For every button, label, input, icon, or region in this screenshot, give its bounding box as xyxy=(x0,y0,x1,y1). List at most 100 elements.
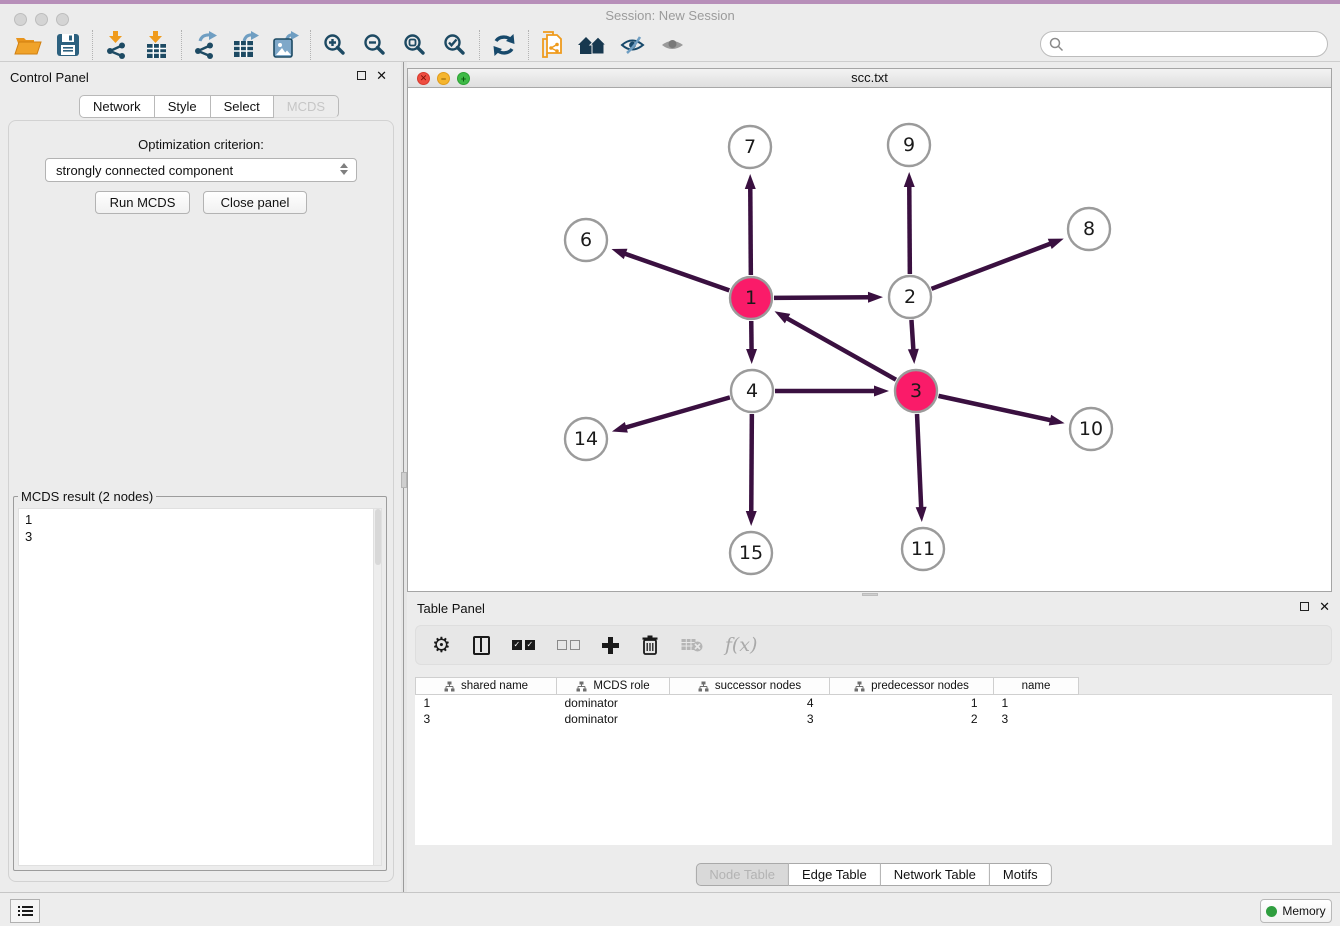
float-panel-icon[interactable] xyxy=(357,71,366,80)
col-predecessor-nodes[interactable]: predecessor nodes xyxy=(830,678,994,695)
table-row[interactable]: 3dominator323 xyxy=(416,711,1079,727)
tab-mcds[interactable]: MCDS xyxy=(274,95,339,118)
tab-network-table[interactable]: Network Table xyxy=(881,863,990,886)
edge-2-9[interactable] xyxy=(909,183,910,274)
task-history-button[interactable] xyxy=(10,899,40,923)
close-panel-button[interactable]: Close panel xyxy=(203,191,307,214)
edge-3-11[interactable] xyxy=(917,414,921,511)
run-mcds-button[interactable]: Run MCDS xyxy=(95,191,190,214)
add-row-button[interactable] xyxy=(602,637,619,654)
table-cell[interactable]: 3 xyxy=(416,711,557,727)
duplicate-network-button[interactable] xyxy=(533,29,573,61)
export-image-button[interactable] xyxy=(266,29,306,61)
edge-3-10[interactable] xyxy=(938,396,1053,421)
node-label-4: 4 xyxy=(746,380,758,402)
edge-1-7[interactable] xyxy=(750,185,751,275)
control-panel: Control Panel ✕ Network Style Select MCD… xyxy=(0,62,401,892)
tab-node-table[interactable]: Node Table xyxy=(695,863,789,886)
column-type-icon xyxy=(854,681,865,692)
zoom-selected-button[interactable] xyxy=(435,29,475,61)
control-panel-tabs: Network Style Select MCDS xyxy=(79,95,339,118)
result-scrollbar-thumb[interactable] xyxy=(375,509,381,565)
close-panel-icon[interactable]: ✕ xyxy=(376,71,387,80)
col-shared-name[interactable]: shared name xyxy=(416,678,557,695)
table-cell[interactable]: 1 xyxy=(416,695,557,711)
zoom-in-button[interactable] xyxy=(315,29,355,61)
open-session-button[interactable] xyxy=(8,29,48,61)
toolbar-separator xyxy=(479,30,480,60)
result-scrollbar[interactable] xyxy=(373,509,381,865)
import-network-button[interactable] xyxy=(97,29,137,61)
show-all-button[interactable] xyxy=(573,29,613,61)
mcds-result-fieldset: MCDS result (2 nodes) 1 3 xyxy=(13,489,387,871)
delete-row-button[interactable] xyxy=(641,635,659,656)
deselect-all-button[interactable] xyxy=(557,640,580,650)
table-options-button[interactable]: ⚙ xyxy=(432,635,451,655)
table-cell[interactable]: 2 xyxy=(830,711,994,727)
tab-network[interactable]: Network xyxy=(79,95,155,118)
select-all-button[interactable]: ✓ ✓ xyxy=(512,640,535,650)
hide-selected-button[interactable] xyxy=(613,29,653,61)
table-panel-title: Table Panel xyxy=(417,601,485,616)
float-table-panel-icon[interactable] xyxy=(1300,602,1309,611)
table-cell[interactable]: 3 xyxy=(670,711,830,727)
edge-2-3[interactable] xyxy=(911,320,913,353)
refresh-button[interactable] xyxy=(484,29,524,61)
select-stepper-icon xyxy=(340,163,348,175)
show-column-button[interactable] xyxy=(473,636,490,655)
tab-edge-table[interactable]: Edge Table xyxy=(789,863,881,886)
edge-1-6[interactable] xyxy=(622,253,729,291)
edge-1-2[interactable] xyxy=(774,297,872,298)
delete-table-icon xyxy=(681,638,703,652)
edge-3-1[interactable] xyxy=(784,317,896,380)
col-name[interactable]: name xyxy=(994,678,1079,695)
tab-style[interactable]: Style xyxy=(155,95,211,118)
export-network-button[interactable] xyxy=(186,29,226,61)
show-hidden-button[interactable] xyxy=(653,29,693,61)
delete-table-button[interactable] xyxy=(681,638,703,652)
minimize-window-button[interactable] xyxy=(35,13,48,26)
search-input[interactable] xyxy=(1040,31,1328,57)
fx-icon: f(x) xyxy=(725,634,758,656)
mcds-result-box[interactable]: 1 3 xyxy=(18,508,382,866)
checked-box-icon: ✓ xyxy=(525,640,535,650)
app-title: Session: New Session xyxy=(0,4,1340,28)
tab-select[interactable]: Select xyxy=(211,95,274,118)
table-cell[interactable]: 1 xyxy=(830,695,994,711)
zoom-fit-button[interactable] xyxy=(395,29,435,61)
zoom-selected-icon xyxy=(443,33,467,57)
col-mcds-role[interactable]: MCDS role xyxy=(557,678,670,695)
zoom-out-button[interactable] xyxy=(355,29,395,61)
table-cell[interactable]: 1 xyxy=(994,695,1079,711)
import-table-button[interactable] xyxy=(137,29,177,61)
table-cell[interactable]: 4 xyxy=(670,695,830,711)
optimization-criterion-select[interactable]: strongly connected component xyxy=(45,158,357,182)
app-window-controls[interactable] xyxy=(14,13,69,26)
edge-2-8[interactable] xyxy=(932,242,1054,288)
network-window-title: scc.txt xyxy=(408,69,1331,87)
control-panel-title: Control Panel xyxy=(10,70,89,85)
network-window-titlebar[interactable]: ✕ − + scc.txt xyxy=(408,69,1331,88)
table-cell[interactable]: 3 xyxy=(994,711,1079,727)
memory-button[interactable]: Memory xyxy=(1260,899,1332,923)
table-row[interactable]: 1dominator411 xyxy=(416,695,1079,711)
edge-arrowhead xyxy=(611,249,627,259)
table-cell[interactable]: dominator xyxy=(557,695,670,711)
apply-function-button[interactable]: f(x) xyxy=(725,634,758,656)
zoom-window-button[interactable] xyxy=(56,13,69,26)
edge-4-14[interactable] xyxy=(623,397,730,428)
edge-arrowhead xyxy=(1049,415,1065,426)
tab-motifs[interactable]: Motifs xyxy=(990,863,1052,886)
close-table-panel-icon[interactable]: ✕ xyxy=(1319,602,1330,611)
save-floppy-icon xyxy=(56,33,80,57)
edge-4-15[interactable] xyxy=(751,414,752,515)
column-type-icon xyxy=(444,681,455,692)
horizontal-splitter-handle[interactable] xyxy=(862,593,878,596)
table-cell[interactable]: dominator xyxy=(557,711,670,727)
export-table-button[interactable] xyxy=(226,29,266,61)
save-session-button[interactable] xyxy=(48,29,88,61)
export-image-icon xyxy=(272,31,300,59)
col-successor-nodes[interactable]: successor nodes xyxy=(670,678,830,695)
network-canvas-svg[interactable]: 7968124314101511 xyxy=(408,88,1331,591)
close-window-button[interactable] xyxy=(14,13,27,26)
